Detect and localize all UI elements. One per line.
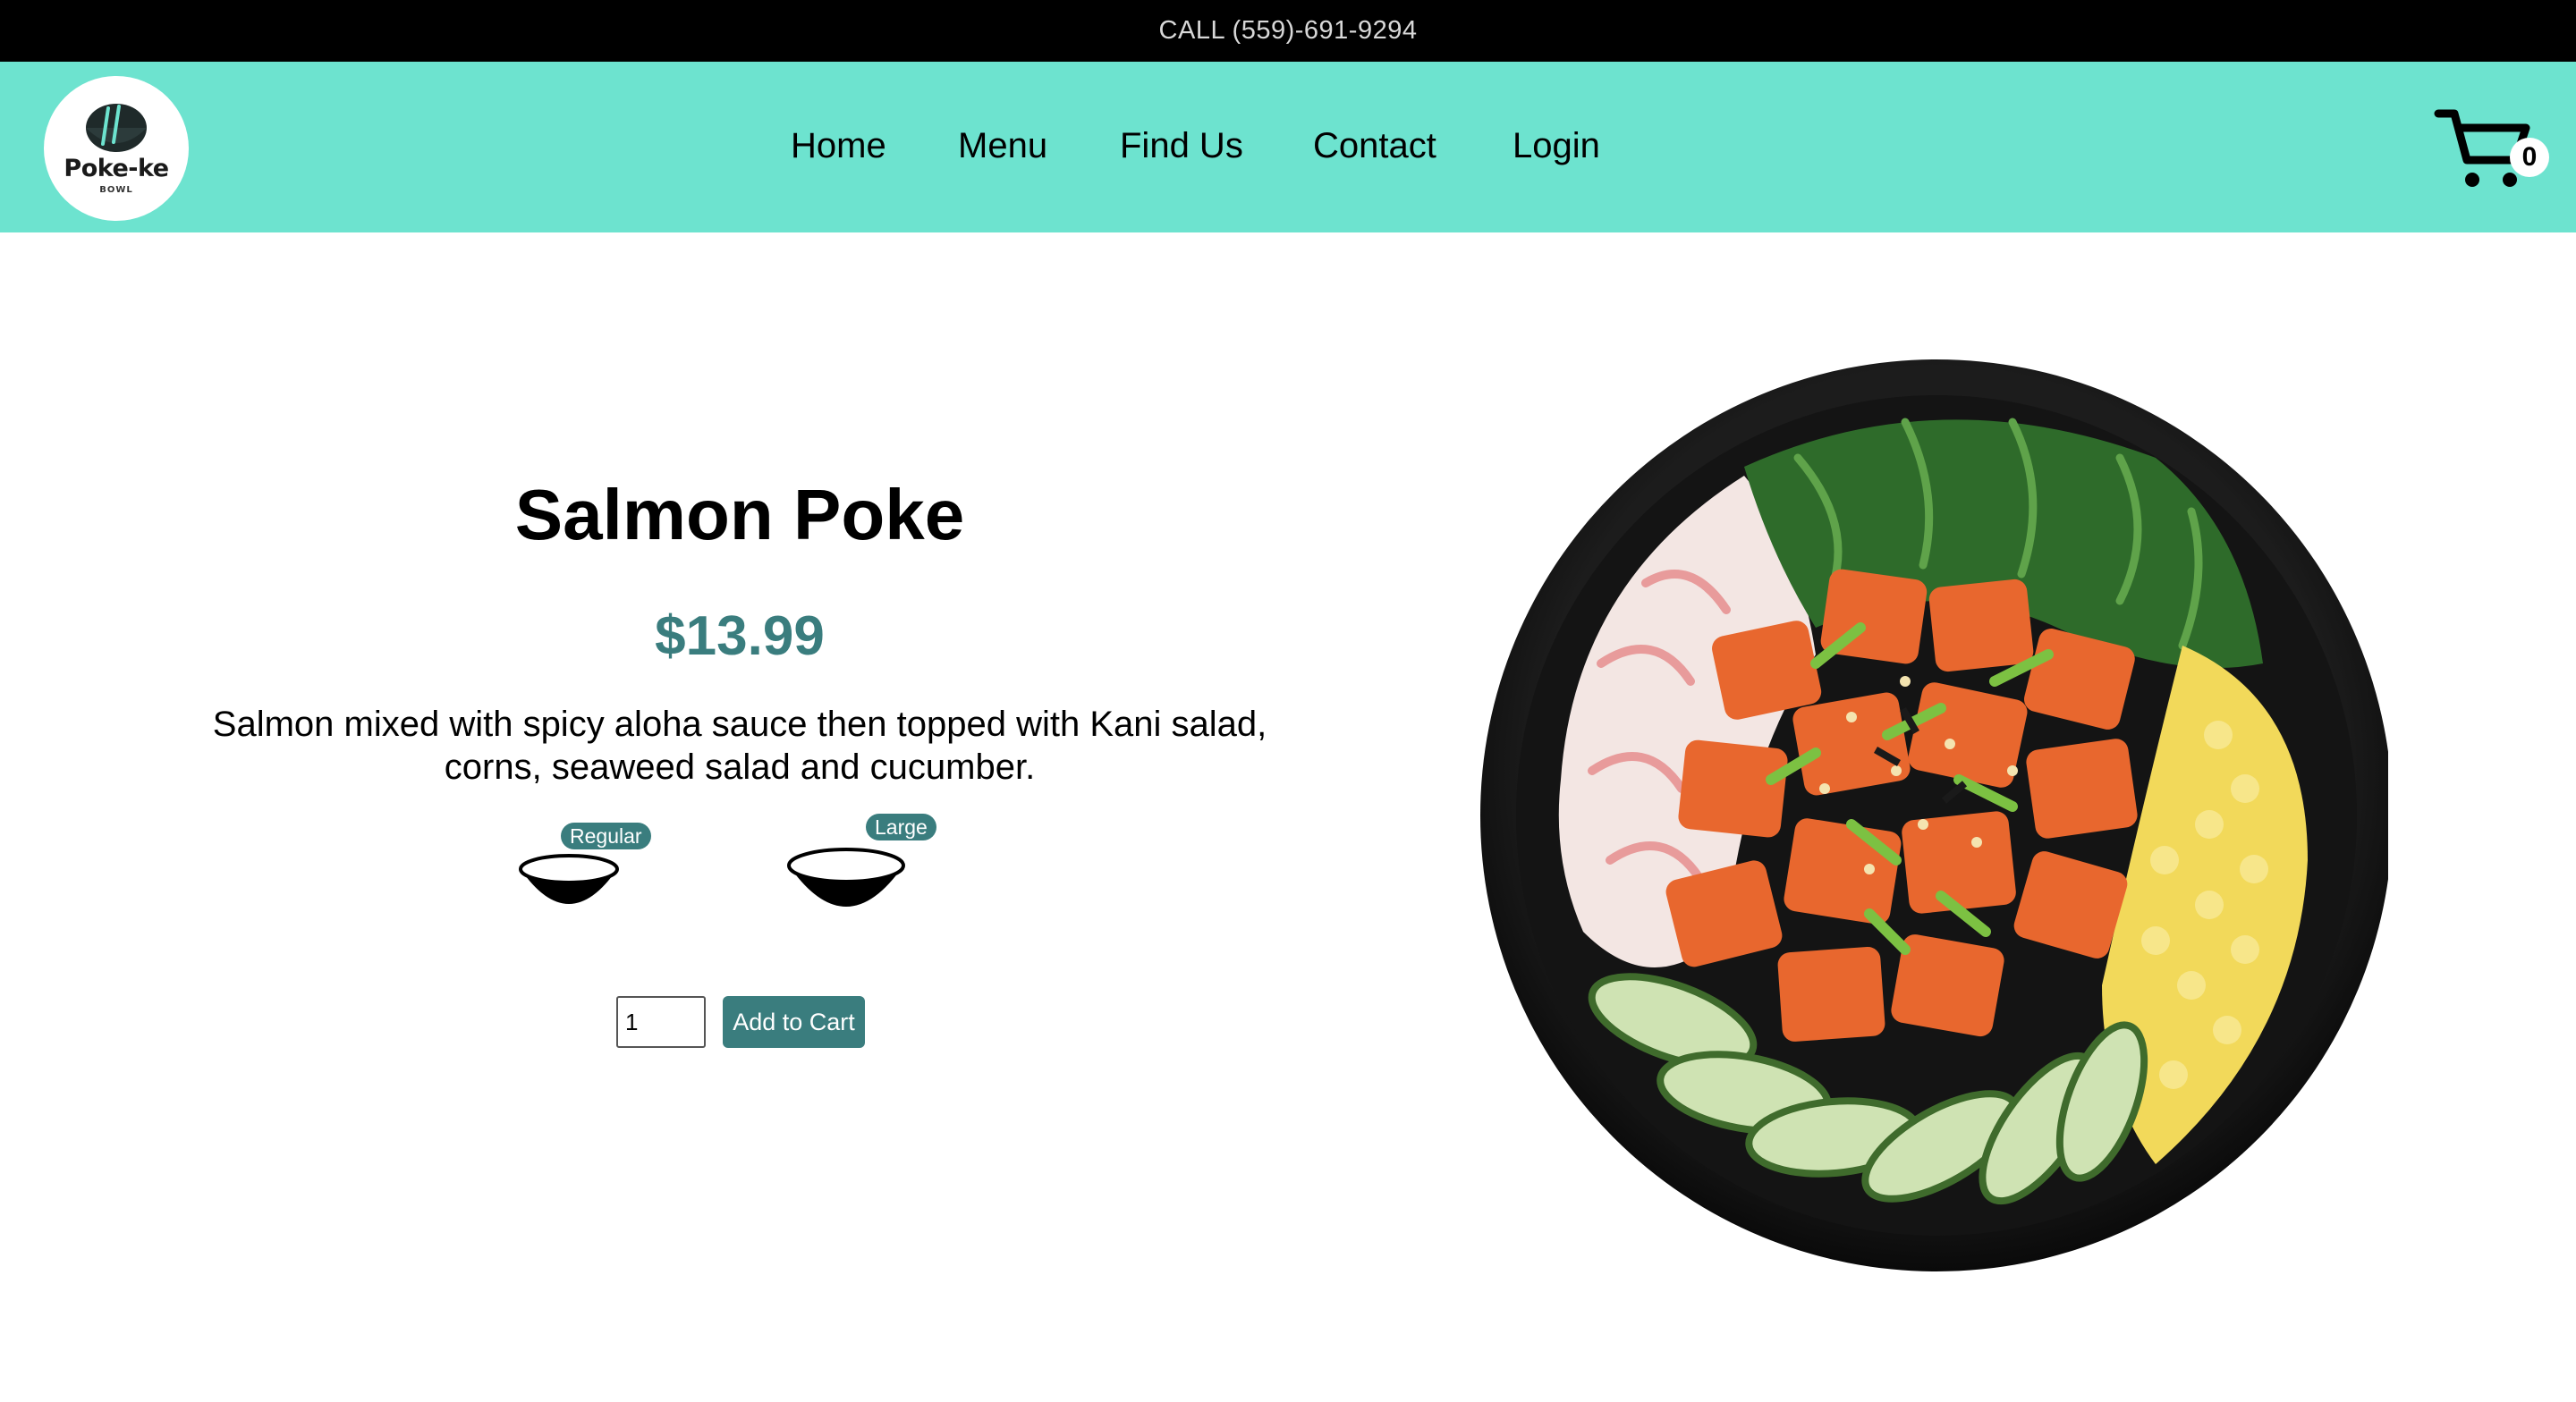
product-title: Salmon Poke <box>514 475 965 554</box>
bowl-icon <box>519 849 619 916</box>
size-option-large[interactable]: Large <box>785 814 946 930</box>
product-description: Salmon mixed with spicy aloha sauce then… <box>212 705 1267 787</box>
cart-count-badge: 0 <box>2510 138 2549 177</box>
nav-login[interactable]: Login <box>1513 126 1600 166</box>
nav-menu[interactable]: Menu <box>958 126 1047 166</box>
bowl-icon <box>787 842 905 921</box>
nav-find-us[interactable]: Find Us <box>1120 126 1243 166</box>
main-nav: Home Menu Find Us Contact Login <box>0 62 2576 232</box>
phone-number[interactable]: CALL (559)-691-9294 <box>1159 16 1418 46</box>
size-label-regular: Regular <box>561 823 651 849</box>
product-price: $13.99 <box>655 605 825 667</box>
salmon-poke-bowl-image <box>1476 359 2388 1271</box>
announcement-bar: CALL (559)-691-9294 <box>0 0 2576 62</box>
navbar: Poke-ke BOWL Home Menu Find Us Contact L… <box>0 62 2576 232</box>
quantity-input[interactable] <box>616 996 706 1048</box>
add-to-cart-button[interactable]: Add to Cart <box>723 996 865 1048</box>
nav-home[interactable]: Home <box>791 126 886 166</box>
nav-contact[interactable]: Contact <box>1313 126 1436 166</box>
size-option-regular[interactable]: Regular <box>519 823 662 921</box>
size-label-large: Large <box>866 814 936 840</box>
